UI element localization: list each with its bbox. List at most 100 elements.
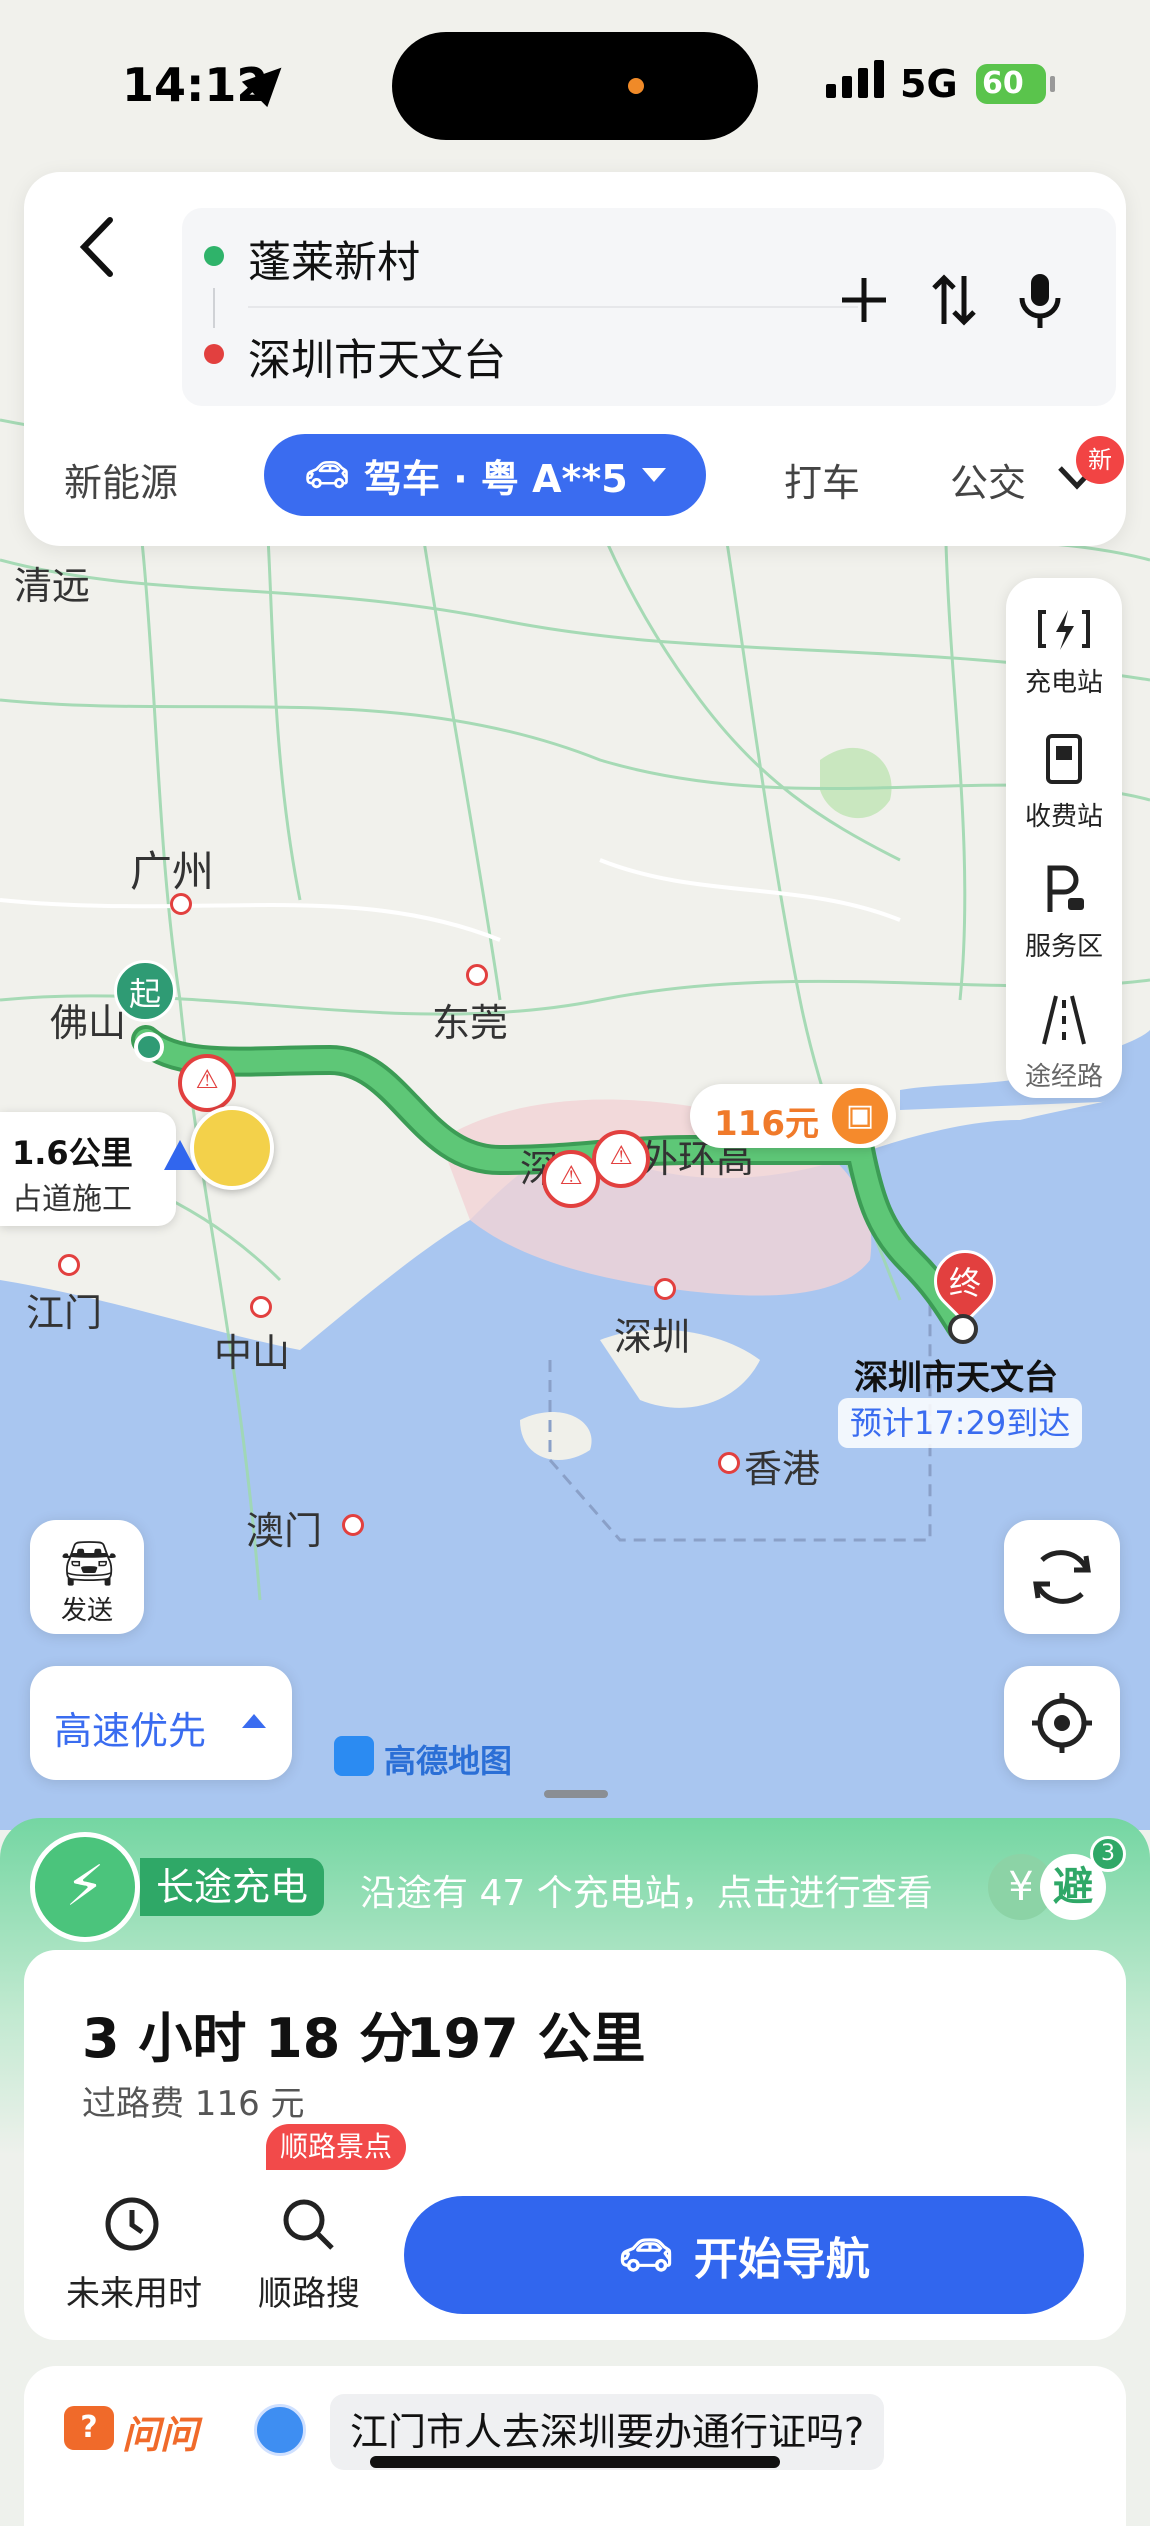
destination-input[interactable]: 深圳市天文台 [248, 326, 506, 388]
heading-arrow-icon [164, 1140, 196, 1170]
charging-station-label: 充电站 [1024, 668, 1103, 698]
route-search-card: 蓬莱新村 深圳市天文台 新能源 🚗︎ 驾车 · 粤 A**5 打车 公交 新 [24, 172, 1126, 546]
home-indicator [370, 2456, 780, 2468]
start-marker[interactable]: 起 [114, 960, 176, 1022]
send-button[interactable]: 🚘︎ 发送 [30, 1520, 144, 1634]
locate-button[interactable] [1004, 1666, 1120, 1780]
search-icon [283, 2199, 334, 2250]
send-label: 发送 [60, 1596, 113, 1626]
city-label-qingyuan: 清远 [14, 564, 91, 608]
privacy-indicator [628, 78, 644, 94]
along-search-label: 顺路搜 [258, 2274, 360, 2314]
start-navigation-button[interactable]: 🚗︎ 开始导航 [404, 2196, 1084, 2314]
along-badge: 顺路景点 [266, 2124, 407, 2170]
origin-dot [204, 246, 224, 266]
along-search-button[interactable]: 顺路搜 [224, 2186, 394, 2314]
new-badge: 新 [1076, 436, 1124, 484]
tab-drive-label: 驾车 · 粤 A**5 [363, 456, 628, 501]
construction-icon[interactable]: ⚠ [592, 1130, 650, 1188]
route-preference-label: 高速优先 [54, 1709, 207, 1753]
current-location-avatar [190, 1106, 274, 1190]
charging-station-button[interactable]: 充电站 [1006, 604, 1122, 699]
tab-new-energy[interactable]: 新能源 [64, 452, 178, 507]
city-dot [654, 1278, 676, 1300]
service-area-label: 服务区 [1024, 932, 1103, 962]
end-point-dot [948, 1314, 978, 1344]
via-road-label: 途经路 [1024, 1062, 1103, 1092]
transport-tabs: 新能源 🚗︎ 驾车 · 粤 A**5 打车 公交 [24, 434, 1126, 524]
microphone-icon[interactable] [1016, 270, 1064, 332]
swap-icon[interactable] [926, 270, 982, 330]
start-navigation-label: 开始导航 [693, 2234, 870, 2285]
refresh-icon [1033, 1550, 1091, 1604]
locate-icon [1032, 1693, 1092, 1753]
toll-amount: 116元 [714, 1104, 819, 1144]
city-label-guangzhou: 广州 [130, 847, 215, 896]
destination-dot [204, 344, 224, 364]
city-dot [58, 1254, 80, 1276]
city-dot [342, 1514, 364, 1536]
city-dot [170, 893, 192, 915]
amap-logo [334, 1736, 374, 1776]
back-icon[interactable] [68, 212, 128, 282]
construction-icon[interactable]: ⚠ [178, 1054, 236, 1112]
signal-icon [826, 60, 884, 98]
route-duration: 3 小时 18 分 [82, 2007, 414, 2070]
car-icon: 🚗︎ [618, 2230, 674, 2281]
refresh-route-button[interactable] [1004, 1520, 1120, 1634]
toll-station-button[interactable]: 收费站 [1006, 732, 1122, 833]
start-marker-label: 起 [128, 975, 161, 1013]
send-car-icon: 🚘︎ [60, 1536, 119, 1590]
city-label-shenzhen: 深圳 [614, 1315, 691, 1359]
end-marker-label: 终 [948, 1264, 981, 1302]
charging-title: 长途充电 [140, 1858, 325, 1916]
toll-badge[interactable]: 116元 ▣ [690, 1084, 896, 1148]
assistant-avatar [254, 2404, 306, 2456]
incident-callout[interactable]: 1.6公里 占道施工 [0, 1112, 176, 1226]
incident-type: 占道施工 [12, 1182, 132, 1217]
tab-taxi[interactable]: 打车 [784, 452, 860, 507]
charging-icon [1038, 610, 1090, 650]
ask-brand: 问问 [122, 2413, 199, 2457]
city-label-macau: 澳门 [246, 1509, 323, 1553]
road-icon [1042, 995, 1086, 1045]
city-dot [466, 964, 488, 986]
battery-icon: 60 [976, 64, 1046, 104]
tab-transit[interactable]: 公交 [950, 452, 1026, 507]
city-label-hongkong: 香港 [744, 1447, 821, 1491]
route-inputs: 蓬莱新村 深圳市天文台 [182, 208, 1116, 406]
network-type: 5G [900, 62, 958, 106]
dynamic-island [392, 32, 758, 140]
eta-label: 预计17:29到达 [838, 1398, 1083, 1448]
car-icon: 🚗︎ [304, 455, 350, 496]
route-toll: 过路费 116 元 [82, 2084, 305, 2124]
amap-brand: 高德地图 [384, 1742, 513, 1780]
route-connector [213, 288, 215, 328]
caret-down-icon [641, 468, 666, 482]
tab-drive[interactable]: 🚗︎ 驾车 · 粤 A**5 [264, 434, 706, 516]
route-preference-button[interactable]: 高速优先 [30, 1666, 292, 1780]
battery-tip [1050, 76, 1055, 92]
charging-banner[interactable]: ⚡ 长途充电 沿途有 47 个充电站，点击进行查看 ¥ 避 3 [30, 1832, 1130, 1942]
service-area-icon [1047, 865, 1084, 912]
via-road-button[interactable]: 途经路 [1006, 992, 1122, 1093]
start-point-dot [134, 1032, 164, 1062]
toll-station-icon [1046, 734, 1082, 784]
service-area-button[interactable]: 服务区 [1006, 862, 1122, 963]
status-bar: 14:12 5G 60 [0, 0, 1150, 170]
city-label-zhongshan: 中山 [214, 1331, 291, 1375]
origin-input[interactable]: 蓬莱新村 [248, 228, 420, 290]
destination-label: 深圳市天文台 [854, 1358, 1058, 1398]
future-time-label: 未来用时 [66, 2274, 202, 2314]
ask-card[interactable]: ? 问问 江门市人去深圳要办通行证吗? [24, 2366, 1126, 2526]
add-waypoint-icon[interactable] [836, 272, 892, 328]
city-label-jiangmen: 江门 [26, 1291, 103, 1335]
toll-station-icon: ▣ [832, 1088, 888, 1144]
caret-up-icon [242, 1714, 266, 1728]
future-time-button[interactable]: 未来用时 [48, 2186, 220, 2314]
map-side-toolbar: 充电站 收费站 服务区 途经路 [1006, 578, 1122, 1098]
divider [248, 306, 858, 308]
drag-handle[interactable] [544, 1790, 608, 1798]
avoid-count-badge: 3 [1090, 1836, 1126, 1872]
battery-charge-icon: ⚡ [30, 1832, 140, 1942]
